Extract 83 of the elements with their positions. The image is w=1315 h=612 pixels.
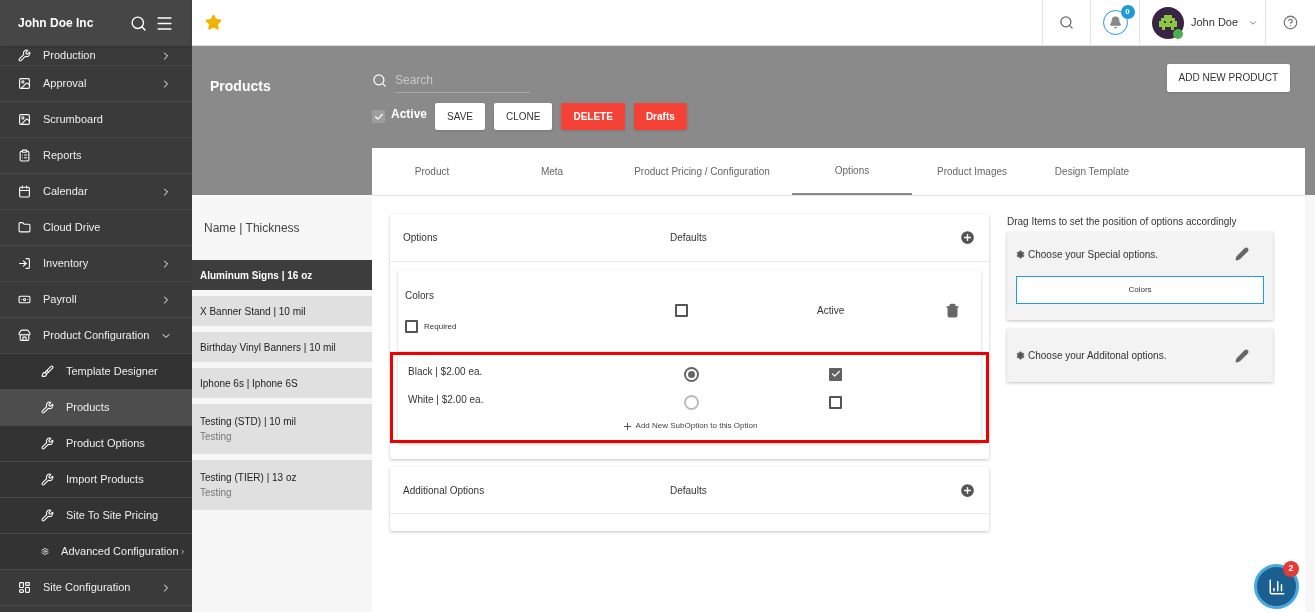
product-item[interactable]: Testing (TIER) | 13 oz Testing (192, 460, 372, 510)
column-header: Defaults (670, 483, 708, 498)
search-icon[interactable] (130, 14, 147, 32)
column-header: Active (817, 304, 845, 318)
radio-button[interactable] (684, 394, 699, 410)
product-item[interactable]: Iphone 6s | Iphone 6S (192, 368, 372, 398)
sidebar-item[interactable]: Import Products (0, 462, 192, 498)
tab[interactable]: Product (372, 148, 492, 195)
option-name: Colors (405, 289, 435, 303)
banknote-icon (18, 293, 31, 306)
checkbox[interactable] (675, 304, 688, 317)
product-item[interactable]: Aluminum Signs | 16 oz (192, 260, 372, 290)
star-icon[interactable] (205, 14, 222, 31)
trash-icon[interactable] (945, 303, 960, 318)
section-title: Options (403, 231, 439, 245)
active-label: Active (391, 105, 428, 123)
sidebar-item[interactable]: Products (0, 390, 192, 426)
tab[interactable]: Product Pricing / Configuration (612, 148, 792, 195)
store-icon (18, 329, 31, 342)
sidebar-item[interactable]: Production (0, 46, 192, 66)
add-icon[interactable] (959, 481, 976, 499)
edit-icon[interactable] (1235, 247, 1249, 261)
action-button[interactable]: CLONE (493, 103, 553, 130)
plus-icon (621, 420, 633, 432)
tab[interactable]: Design Template (1032, 148, 1152, 195)
danger-button[interactable]: Drafts (633, 103, 687, 130)
add-product-button[interactable]: ADD NEW PRODUCT (1166, 63, 1290, 92)
user-menu[interactable]: John Doe (1139, 0, 1265, 45)
wrench-icon (41, 473, 54, 486)
gear-icon (1016, 249, 1025, 259)
sidebar-item[interactable]: Template Designer (0, 354, 192, 390)
sidebar-item[interactable]: Site To Site Pricing (0, 498, 192, 534)
list-header: Name | Thickness (204, 219, 300, 237)
search-field[interactable]: Search (395, 68, 530, 93)
tab[interactable]: Product Images (912, 148, 1032, 195)
chart-icon (1267, 577, 1286, 596)
wrench-icon (18, 49, 31, 62)
wrench-icon (41, 401, 54, 414)
section-title: Additional Options (403, 483, 486, 498)
checkbox[interactable] (829, 367, 842, 381)
edit-icon[interactable] (1235, 348, 1249, 363)
column-header: Defaults (670, 231, 708, 245)
folder-icon (18, 221, 31, 234)
required-label: Required (424, 320, 457, 333)
notification-count: 0 (1120, 5, 1135, 19)
gear-icon (41, 545, 50, 558)
checkbox[interactable] (372, 110, 385, 123)
bell-icon (1108, 16, 1122, 29)
login-icon (18, 257, 31, 270)
sidebar-item[interactable]: Advanced Configuration (0, 534, 192, 570)
action-button[interactable]: SAVE (435, 103, 485, 130)
checkbox[interactable] (405, 320, 418, 333)
clipboard-icon (18, 149, 31, 162)
checkbox[interactable] (829, 395, 842, 409)
add-icon[interactable] (959, 229, 976, 246)
radio-button[interactable] (684, 366, 699, 382)
wrench-icon (41, 437, 54, 450)
avatar-icon (1152, 6, 1184, 39)
product-item[interactable]: Testing (STD) | 10 mil Testing (192, 404, 372, 454)
company-name: John Doe Inc (18, 15, 95, 32)
search-icon[interactable] (1059, 15, 1074, 30)
danger-button[interactable]: DELETE (561, 103, 625, 130)
add-suboption-button[interactable]: Add New SubOption to this Option (621, 420, 758, 432)
brush-icon (41, 365, 54, 378)
search-icon (372, 73, 387, 88)
suboption-label: White | $2.00 ea. (408, 392, 485, 407)
option-chip[interactable]: Colors (1016, 276, 1264, 304)
page-title: Products (210, 78, 271, 94)
drag-hint: Drag Items to set the position of options accordingly (1007, 215, 1238, 229)
card-title: Choose your Additonal options. (1028, 349, 1168, 363)
chat-badge: 2 (1283, 561, 1299, 577)
calendar-icon (18, 185, 31, 198)
card-title: Choose your Special options. (1028, 247, 1160, 262)
tab[interactable]: Options (792, 148, 912, 195)
suboption-label: Black | $2.00 ea. (408, 364, 484, 379)
wrench-icon (41, 509, 54, 522)
tab[interactable]: Meta (492, 148, 612, 195)
sidebar-item[interactable]: Product Options (0, 426, 192, 462)
help-icon[interactable] (1283, 15, 1298, 30)
product-item[interactable]: X Banner Stand | 10 mil (192, 296, 372, 326)
dashboard-icon (18, 581, 31, 594)
gear-icon (1016, 351, 1025, 360)
product-item[interactable]: Birthday Vinyl Banners | 10 mil (192, 332, 372, 362)
